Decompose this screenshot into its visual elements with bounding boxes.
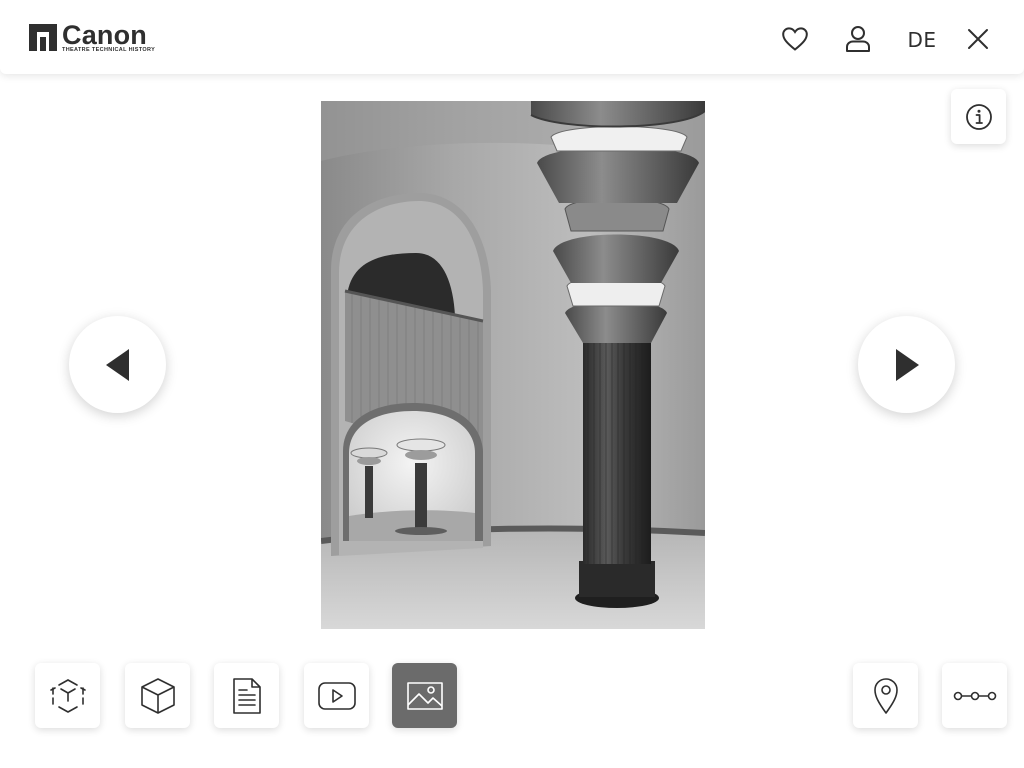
document-tool-button[interactable]: [214, 663, 279, 728]
video-tool-button[interactable]: [304, 663, 369, 728]
language-switch[interactable]: DE: [902, 26, 942, 54]
timeline-tool-button[interactable]: [942, 663, 1007, 728]
next-button[interactable]: [858, 316, 955, 413]
image-icon: [406, 681, 443, 710]
play-icon: [317, 681, 356, 710]
document-icon: [232, 677, 261, 714]
cube-icon: [140, 677, 175, 714]
image-tool-button[interactable]: [392, 663, 457, 728]
account-button[interactable]: [841, 22, 875, 56]
logo-mark-icon: [29, 24, 57, 51]
panorama-tool-button[interactable]: [35, 663, 100, 728]
logo-name: Canon: [62, 20, 147, 50]
info-button[interactable]: [951, 89, 1006, 144]
canon-logo[interactable]: Canon THEATRE TECHNICAL HISTORY: [29, 20, 159, 54]
logo-subtitle: THEATRE TECHNICAL HISTORY: [62, 47, 156, 53]
favorite-button[interactable]: [778, 22, 812, 56]
photo-image: [321, 101, 705, 629]
3d-model-tool-button[interactable]: [125, 663, 190, 728]
viewer-page: Canon THEATRE TECHNICAL HISTORY DE: [0, 0, 1024, 768]
triangle-right-icon: [895, 348, 919, 381]
close-icon: [968, 29, 988, 49]
cube-expand-icon: [49, 678, 86, 713]
location-tool-button[interactable]: [853, 663, 918, 728]
top-bar: Canon THEATRE TECHNICAL HISTORY DE: [0, 0, 1024, 74]
previous-button[interactable]: [69, 316, 166, 413]
user-icon: [846, 26, 870, 52]
heart-icon: [782, 27, 808, 51]
timeline-icon: [953, 691, 996, 700]
map-pin-icon: [873, 677, 898, 714]
close-button[interactable]: [961, 22, 995, 56]
triangle-left-icon: [105, 348, 129, 381]
info-icon: [965, 103, 992, 130]
